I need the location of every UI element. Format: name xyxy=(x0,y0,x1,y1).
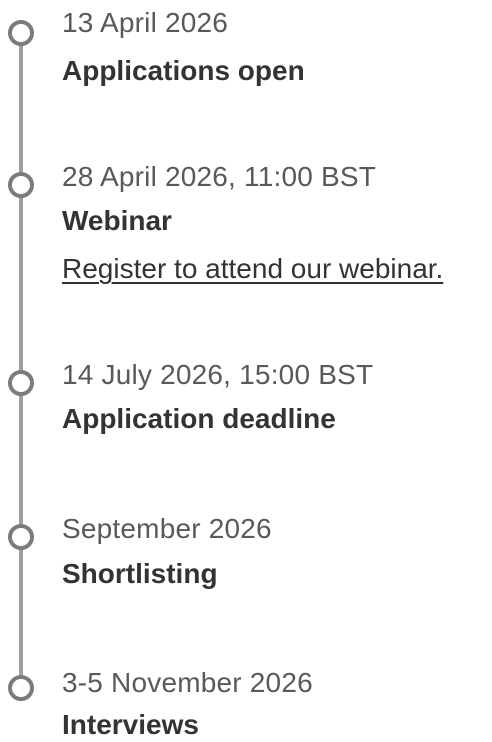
event-title: Webinar xyxy=(62,205,172,236)
timeline-marker-icon xyxy=(8,370,34,396)
event-date: 3-5 November 2026 xyxy=(62,667,313,698)
event-title: Interviews xyxy=(62,709,199,740)
timeline-marker-icon xyxy=(8,524,34,550)
timeline-line xyxy=(19,30,23,680)
event-date: September 2026 xyxy=(62,513,272,544)
event-date: 14 July 2026, 15:00 BST xyxy=(62,359,374,390)
timeline: 13 April 2026 Applications open 28 April… xyxy=(0,0,492,740)
timeline-marker-icon xyxy=(8,20,34,46)
timeline-marker-icon xyxy=(8,172,34,198)
register-webinar-link[interactable]: Register to attend our webinar. xyxy=(62,252,443,286)
event-date: 13 April 2026 xyxy=(62,7,229,38)
event-title: Shortlisting xyxy=(62,558,218,589)
event-title: Application deadline xyxy=(62,403,336,434)
event-title: Applications open xyxy=(62,55,305,86)
timeline-marker-icon xyxy=(8,675,34,701)
event-date: 28 April 2026, 11:00 BST xyxy=(62,161,377,192)
